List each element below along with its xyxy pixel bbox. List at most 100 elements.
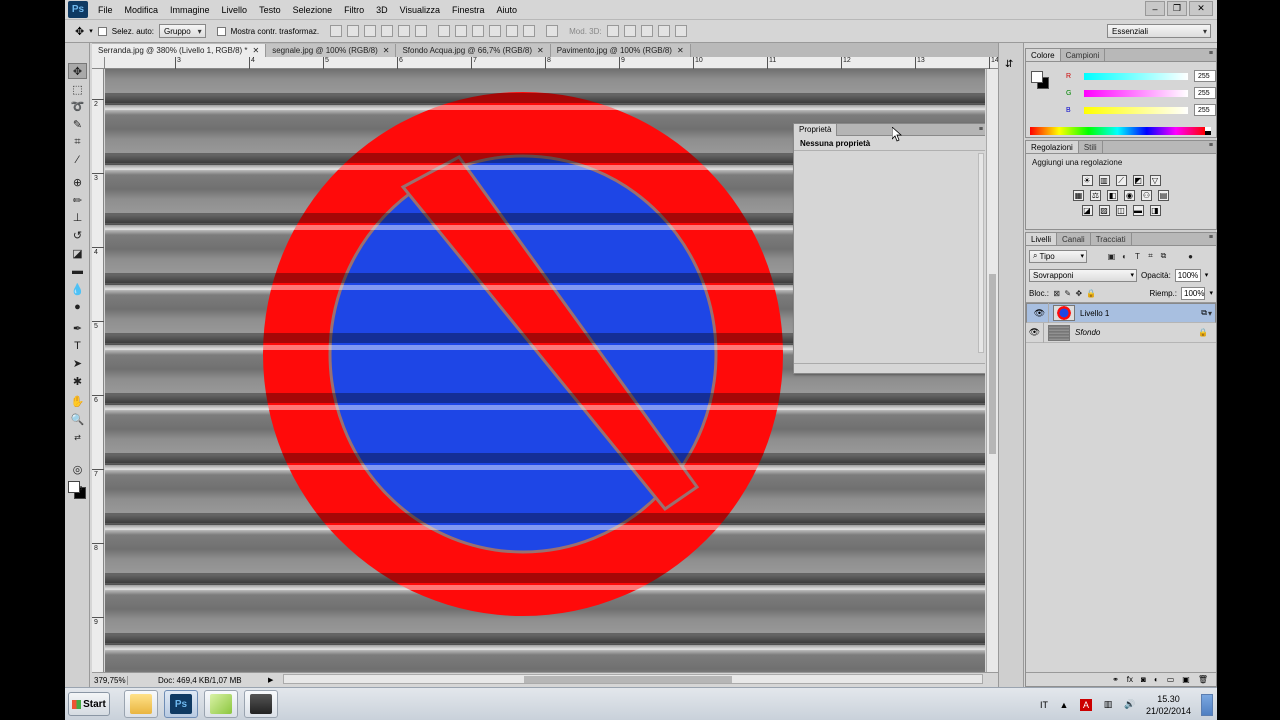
align-left-icon[interactable] [381, 25, 394, 37]
visibility-eye-icon[interactable]: 👁 [1031, 303, 1049, 323]
taskbar-media[interactable] [244, 690, 278, 718]
align-top-icon[interactable] [330, 25, 343, 37]
exposure-icon[interactable]: ◩ [1132, 175, 1144, 186]
eyedropper-tool-icon[interactable]: ⁄ [68, 152, 87, 168]
photo-filter-icon[interactable]: ◉ [1124, 190, 1135, 201]
blend-mode-dropdown[interactable]: Sovrapponi [1029, 268, 1137, 282]
tab-campioni[interactable]: Campioni [1061, 49, 1106, 61]
scale-3d-icon[interactable] [674, 25, 687, 37]
document-canvas[interactable]: Proprietà ≡ Nessuna proprietà [105, 69, 985, 672]
vertical-scrollbar[interactable] [986, 69, 998, 672]
orbit-3d-icon[interactable] [606, 25, 619, 37]
smart-object-filter-icon[interactable]: ⧉ [1159, 251, 1168, 261]
healing-brush-tool-icon[interactable]: ⊕ [68, 174, 87, 190]
opacity-input[interactable]: 100% [1174, 268, 1201, 282]
layer-name[interactable]: Livello 1 [1080, 309, 1109, 318]
show-desktop-button[interactable] [1201, 693, 1213, 716]
lock-all-icon[interactable]: 🔒 [1086, 289, 1096, 298]
close-icon[interactable]: ✕ [677, 46, 684, 55]
horizontal-ruler[interactable]: 3 4 5 6 7 8 9 10 11 12 13 14 [105, 57, 999, 69]
move-tool-icon[interactable]: ✥ [68, 63, 87, 79]
close-icon[interactable]: ✕ [383, 46, 390, 55]
align-vcenter-icon[interactable] [347, 25, 360, 37]
green-slider[interactable] [1084, 89, 1188, 97]
vertical-scroll-thumb[interactable] [989, 274, 996, 454]
black-white-icon[interactable]: ◧ [1107, 190, 1118, 201]
quick-mask-icon[interactable]: ◎ [68, 461, 87, 477]
lock-transparency-icon[interactable]: ⊠ [1053, 289, 1060, 298]
slide-3d-icon[interactable] [657, 25, 670, 37]
swap-colors-icon[interactable]: ⇄ [68, 429, 87, 445]
document-size[interactable]: Doc: 469,4 KB/1,07 MB [128, 676, 268, 685]
layer-row-sfondo[interactable]: 👁 Sfondo 🔒 [1026, 322, 1216, 343]
close-icon[interactable]: ✕ [253, 46, 260, 55]
menu-file[interactable]: File [92, 5, 119, 15]
blue-value-input[interactable]: 255 [1194, 104, 1216, 116]
color-lookup-icon[interactable]: ▤ [1158, 190, 1169, 201]
dodge-tool-icon[interactable]: ● [68, 299, 87, 315]
path-selection-tool-icon[interactable]: ➤ [68, 355, 87, 371]
distribute-right-icon[interactable] [523, 25, 536, 37]
layer-name[interactable]: Sfondo [1075, 328, 1100, 337]
menu-filtro[interactable]: Filtro [338, 5, 370, 15]
tab-regolazioni[interactable]: Regolazioni [1026, 141, 1079, 153]
layer-style-icon[interactable]: fx [1127, 675, 1133, 684]
menu-modifica[interactable]: Modifica [119, 5, 165, 15]
taskbar-explorer[interactable] [124, 690, 158, 718]
curves-icon[interactable]: ⟋ [1115, 175, 1127, 186]
shape-tool-icon[interactable]: ✱ [68, 373, 87, 389]
start-button[interactable]: Start [68, 692, 110, 716]
taskbar-notepad[interactable] [204, 690, 238, 718]
close-button[interactable]: ✕ [1189, 1, 1213, 16]
network-icon[interactable]: ▥ [1102, 699, 1114, 711]
clone-stamp-tool-icon[interactable]: ⊥ [68, 209, 87, 225]
pen-tool-icon[interactable]: ✒ [68, 320, 87, 336]
panel-menu-icon[interactable]: ≡ [979, 126, 983, 133]
tray-expand-icon[interactable]: ▲ [1058, 699, 1070, 711]
tab-colore[interactable]: Colore [1026, 49, 1061, 61]
menu-aiuto[interactable]: Aiuto [491, 5, 524, 15]
panel-menu-icon[interactable]: ≡ [1209, 234, 1213, 241]
taskbar-photoshop[interactable]: Ps [164, 690, 198, 718]
new-layer-icon[interactable]: ▣ [1182, 675, 1190, 684]
distribute-left-icon[interactable] [489, 25, 502, 37]
black-white-ramp[interactable] [1205, 127, 1211, 135]
pixel-filter-icon[interactable]: ▣ [1107, 252, 1116, 261]
trash-icon[interactable]: 🗑 [1198, 675, 1208, 684]
restore-button[interactable]: ❐ [1167, 1, 1187, 16]
volume-icon[interactable]: 🔊 [1124, 699, 1136, 711]
gradient-tool-icon[interactable]: ▬ [68, 263, 87, 279]
new-group-icon[interactable]: ▭ [1167, 675, 1175, 684]
tab-canali[interactable]: Canali [1057, 233, 1091, 245]
red-slider[interactable] [1084, 72, 1188, 80]
blur-tool-icon[interactable]: 💧 [68, 281, 87, 297]
align-right-icon[interactable] [415, 25, 428, 37]
crop-tool-icon[interactable]: ⌗ [68, 134, 87, 150]
language-indicator[interactable]: IT [1040, 700, 1048, 710]
adobe-tray-icon[interactable]: A [1079, 698, 1092, 711]
vibrance-icon[interactable]: ▽ [1149, 175, 1161, 186]
menu-livello[interactable]: Livello [216, 5, 254, 15]
distribute-vcenter-icon[interactable] [455, 25, 468, 37]
filter-toggle-icon[interactable]: ● [1186, 252, 1195, 261]
layer-row-livello-1[interactable]: 👁 Livello 1 ⧉ [1026, 303, 1216, 323]
zoom-tool-icon[interactable]: 🔍 [68, 411, 87, 427]
add-mask-icon[interactable]: ◙ [1141, 675, 1146, 684]
foreground-color-swatch[interactable] [1031, 71, 1043, 83]
horizontal-scrollbar[interactable] [283, 674, 983, 684]
tab-sfondo-acqua[interactable]: Sfondo Acqua.jpg @ 66,7% (RGB/8) ✕ [396, 44, 551, 57]
blue-slider[interactable] [1084, 106, 1188, 114]
levels-icon[interactable]: ▥ [1098, 175, 1110, 186]
close-icon[interactable]: ✕ [537, 46, 544, 55]
align-hcenter-icon[interactable] [398, 25, 411, 37]
link-layers-icon[interactable]: ⚭ [1112, 675, 1119, 684]
align-bottom-icon[interactable] [364, 25, 377, 37]
red-value-input[interactable]: 255 [1194, 70, 1216, 82]
tab-properties[interactable]: Proprietà [794, 123, 838, 136]
tab-stili[interactable]: Stili [1079, 141, 1103, 153]
ruler-corner[interactable] [92, 57, 105, 69]
tab-tracciati[interactable]: Tracciati [1091, 233, 1132, 245]
shape-filter-icon[interactable]: ⌗ [1146, 251, 1155, 261]
color-spectrum-bar[interactable] [1030, 127, 1205, 135]
drag-3d-icon[interactable] [640, 25, 653, 37]
